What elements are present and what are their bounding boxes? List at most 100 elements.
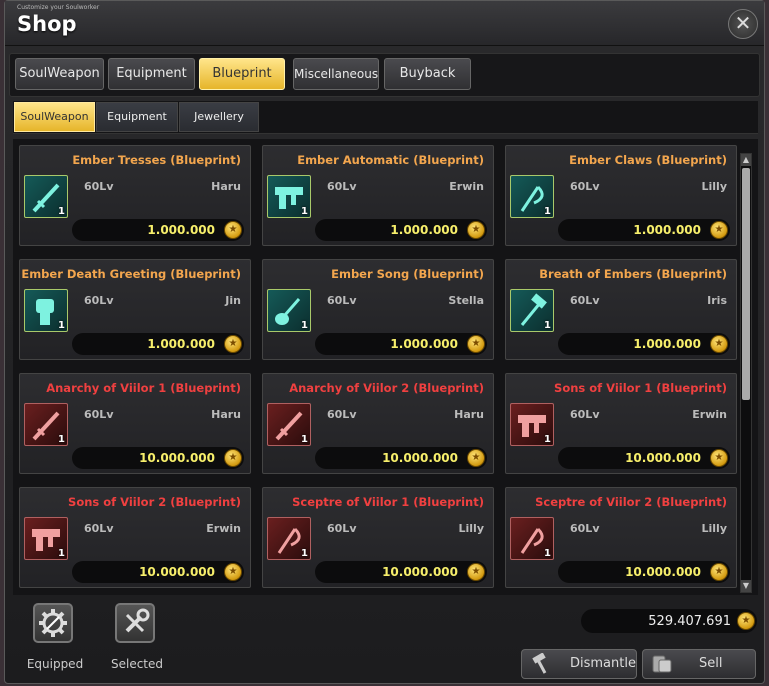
item-price: 1.000.000 — [390, 223, 458, 237]
tab-equipment[interactable]: Equipment — [108, 58, 195, 90]
item-card[interactable]: Sons of Viilor 1 (Blueprint) 1 60Lv Erwin 10… — [505, 373, 737, 474]
item-card[interactable]: Ember Claws (Blueprint) 1 60Lv Lilly 1.000.0… — [505, 145, 737, 246]
item-price-bar: 1.000.000 ★ — [72, 219, 244, 241]
item-name: Sons of Viilor 2 (Blueprint) — [68, 495, 241, 509]
item-character: Stella — [448, 294, 484, 307]
item-card[interactable]: Ember Death Greeting (Blueprint) 1 60Lv Jin… — [19, 259, 251, 360]
item-character: Lilly — [701, 180, 728, 193]
item-price-bar: 1.000.000 ★ — [315, 219, 487, 241]
gold-coin-icon: ★ — [224, 449, 242, 467]
scrollbar[interactable]: ▲ ▼ — [740, 153, 752, 593]
item-card[interactable]: Anarchy of Viilor 1 (Blueprint) 1 60Lv Haru… — [19, 373, 251, 474]
item-name: Sons of Viilor 1 (Blueprint) — [554, 381, 727, 395]
item-price: 10.000.000 — [382, 565, 458, 579]
item-quantity: 1 — [58, 206, 65, 217]
item-name: Sceptre of Viilor 2 (Blueprint) — [535, 495, 727, 509]
item-level: 60Lv — [84, 408, 114, 421]
item-price-bar: 1.000.000 ★ — [72, 333, 244, 355]
item-card[interactable]: Ember Automatic (Blueprint) 1 60Lv Erwin 1.0… — [262, 145, 494, 246]
item-icon-slot: 1 — [267, 175, 311, 218]
item-card[interactable]: Breath of Embers (Blueprint) 1 60Lv Iris 1.0… — [505, 259, 737, 360]
window-title: Shop — [17, 12, 77, 36]
item-name: Ember Claws (Blueprint) — [569, 153, 727, 167]
item-icon-slot: 1 — [24, 517, 68, 560]
dismantle-label: Dismantle — [570, 656, 636, 671]
subtab-jewellery[interactable]: Jewellery — [179, 102, 259, 132]
item-level: 60Lv — [84, 294, 114, 307]
item-price: 1.000.000 — [147, 337, 215, 351]
item-price-bar: 10.000.000 ★ — [72, 447, 244, 469]
item-icon-slot: 1 — [510, 517, 554, 560]
sell-button[interactable]: Sell — [642, 649, 756, 679]
hammer-icon — [530, 652, 550, 686]
item-character: Iris — [707, 294, 727, 307]
item-price-bar: 10.000.000 ★ — [558, 447, 730, 469]
close-button[interactable]: ✕ — [728, 9, 758, 39]
scroll-up-arrow-icon[interactable]: ▲ — [741, 154, 751, 166]
item-name: Breath of Embers (Blueprint) — [539, 267, 727, 281]
item-price: 10.000.000 — [625, 451, 701, 465]
window-header: Customize your Soulworker Shop ✕ — [5, 1, 764, 46]
item-card[interactable]: Sceptre of Viilor 2 (Blueprint) 1 60Lv Lill… — [505, 487, 737, 588]
main-tab-bar: SoulWeapon Equipment Blueprint Miscellan… — [9, 53, 760, 97]
dismantle-button[interactable]: Dismantle — [521, 649, 637, 679]
scroll-down-arrow-icon[interactable]: ▼ — [741, 580, 751, 592]
item-name: Ember Death Greeting (Blueprint) — [21, 267, 241, 281]
gold-coin-icon: ★ — [710, 563, 728, 581]
shop-window: Customize your Soulworker Shop ✕ SoulWea… — [4, 0, 765, 684]
item-character: Erwin — [206, 522, 241, 535]
item-character: Erwin — [449, 180, 484, 193]
scrollbar-thumb[interactable] — [742, 168, 750, 400]
equipped-filter-button[interactable] — [33, 603, 77, 647]
item-icon-slot: 1 — [267, 403, 311, 446]
gold-coin-icon: ★ — [710, 335, 728, 353]
balance-amount: 529.407.691 — [648, 614, 731, 629]
equipped-label: Equipped — [26, 657, 84, 671]
item-level: 60Lv — [570, 408, 600, 421]
item-character: Haru — [454, 408, 484, 421]
item-quantity: 1 — [301, 434, 308, 445]
item-icon-slot: 1 — [24, 403, 68, 446]
tab-blueprint[interactable]: Blueprint — [199, 58, 285, 90]
item-price: 10.000.000 — [139, 451, 215, 465]
sell-label: Sell — [699, 656, 723, 671]
item-price-bar: 10.000.000 ★ — [315, 561, 487, 583]
close-icon: ✕ — [734, 11, 752, 35]
item-card[interactable]: Sons of Viilor 2 (Blueprint) 1 60Lv Erwin 10… — [19, 487, 251, 588]
item-quantity: 1 — [301, 320, 308, 331]
item-quantity: 1 — [544, 206, 551, 217]
item-card[interactable]: Sceptre of Viilor 1 (Blueprint) 1 60Lv Lill… — [262, 487, 494, 588]
tab-buyback[interactable]: Buyback — [384, 58, 471, 90]
gold-coin-icon: ★ — [224, 563, 242, 581]
item-name: Ember Automatic (Blueprint) — [297, 153, 484, 167]
item-name: Sceptre of Viilor 1 (Blueprint) — [292, 495, 484, 509]
selected-label: Selected — [110, 657, 164, 671]
item-character: Erwin — [692, 408, 727, 421]
item-character: Haru — [211, 180, 241, 193]
item-price: 1.000.000 — [633, 337, 701, 351]
tab-soulweapon[interactable]: SoulWeapon — [15, 58, 104, 90]
coins-icon — [651, 654, 673, 685]
subtab-soulweapon[interactable]: SoulWeapon — [14, 102, 95, 132]
item-card[interactable]: Anarchy of Viilor 2 (Blueprint) 1 60Lv Haru… — [262, 373, 494, 474]
item-card[interactable]: Ember Song (Blueprint) 1 60Lv Stella 1.000.0… — [262, 259, 494, 360]
item-price-bar: 1.000.000 ★ — [558, 333, 730, 355]
item-price: 1.000.000 — [390, 337, 458, 351]
item-card[interactable]: Ember Tresses (Blueprint) 1 60Lv Haru 1.000.… — [19, 145, 251, 246]
item-quantity: 1 — [544, 320, 551, 331]
item-icon-slot: 1 — [510, 175, 554, 218]
tab-miscellaneous[interactable]: Miscellaneous — [293, 58, 379, 90]
gold-coin-icon: ★ — [467, 449, 485, 467]
item-icon-slot: 1 — [510, 289, 554, 332]
sub-tab-bar: SoulWeapon Equipment Jewellery — [13, 101, 758, 134]
subtab-equipment[interactable]: Equipment — [96, 102, 178, 132]
item-level: 60Lv — [327, 180, 357, 193]
item-character: Lilly — [458, 522, 485, 535]
selected-filter-button[interactable] — [115, 603, 159, 647]
gold-coin-icon: ★ — [467, 221, 485, 239]
item-level: 60Lv — [327, 294, 357, 307]
gear-icon — [33, 603, 73, 643]
item-level: 60Lv — [84, 522, 114, 535]
item-quantity: 1 — [544, 434, 551, 445]
item-name: Ember Tresses (Blueprint) — [72, 153, 241, 167]
